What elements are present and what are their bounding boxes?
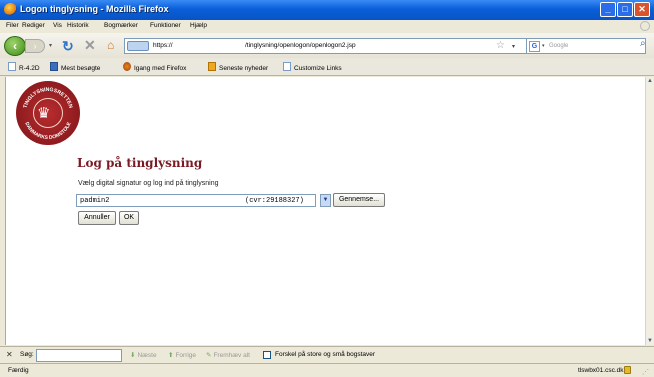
crown-icon: ♛ — [37, 105, 51, 122]
find-bar: ✕ Søg: ⬇ Næste ⬆ Forrige ✎ Fremhæv alt Fors… — [0, 346, 654, 363]
forward-button[interactable]: › — [25, 39, 45, 53]
bookmark-igang-med-firefox[interactable]: Igang med Firefox — [123, 62, 186, 72]
find-next-button[interactable]: ⬇ Næste — [130, 351, 157, 359]
home-icon[interactable]: ⌂ — [107, 38, 114, 52]
page-content: TINGLYSNINGSRETTEN DANMARKS DOMSTOLE ♛ L… — [5, 77, 645, 345]
close-icon[interactable]: ✕ — [6, 350, 13, 359]
bookmark-star-icon[interactable]: ☆ — [496, 40, 505, 51]
bookmarks-toolbar: R-4.2D Mest besøgte Igang med Firefox Se… — [0, 58, 654, 76]
menu-funktioner[interactable]: Funktioner — [150, 22, 181, 29]
maximize-button[interactable]: □ — [617, 2, 633, 17]
status-bar: Færdig tlswbx01.csc.dk ⋰ — [0, 363, 654, 377]
highlight-icon: ✎ — [206, 352, 212, 359]
signature-select[interactable]: padmin2 (cvr:29188327) — [76, 194, 316, 207]
page-icon — [8, 62, 16, 71]
menu-historik[interactable]: Historik — [67, 22, 89, 29]
match-case-label: Forskel på store og små bogstaver — [275, 351, 376, 358]
rss-icon — [208, 62, 216, 71]
search-placeholder: Google — [549, 43, 569, 49]
bookmark-r42d[interactable]: R-4.2D — [8, 62, 40, 72]
menu-rediger[interactable]: Rediger — [22, 22, 45, 29]
signature-cvr: (cvr:29188327) — [245, 197, 304, 205]
page-title: Log på tinglysning — [77, 156, 203, 170]
menu-hjaelp[interactable]: Hjælp — [190, 22, 207, 29]
back-button[interactable]: ‹ — [4, 36, 26, 56]
throbber-icon — [640, 21, 650, 31]
menu-bogmaerker[interactable]: Bogmærker — [104, 22, 138, 29]
menu-filer[interactable]: Filer — [6, 22, 19, 29]
resize-grip-icon[interactable]: ⋰ — [642, 368, 649, 376]
page-icon — [283, 62, 291, 71]
bookmark-mest-besogte[interactable]: Mest besøgte — [50, 62, 100, 72]
window-title: Logon tinglysning - Mozilla Firefox — [20, 4, 169, 14]
status-text: Færdig — [8, 367, 29, 374]
page-subtitle: Vælg digital signatur og log ind på ting… — [78, 180, 219, 187]
menu-bar: Filer Rediger Vis Historik Bogmærker Fun… — [0, 20, 654, 33]
site-identity-icon[interactable] — [127, 41, 149, 51]
url-dropdown-icon[interactable]: ▾ — [512, 43, 515, 50]
navigation-toolbar: ‹ › ▾ ↻ ✕ ⌂ https:// /tinglysning/openlo… — [0, 33, 654, 58]
address-bar[interactable]: https:// /tinglysning/openlogon/openlogo… — [124, 38, 534, 54]
url-prefix: https:// — [153, 42, 173, 49]
folder-icon — [50, 62, 58, 71]
scroll-down-icon[interactable]: ▼ — [647, 338, 653, 344]
match-case-checkbox[interactable] — [263, 351, 271, 359]
vertical-scrollbar[interactable]: ▲ ▼ — [645, 77, 654, 345]
firefox-icon — [4, 3, 17, 16]
search-bar[interactable]: G ▾ Google — [526, 38, 646, 54]
find-input[interactable] — [36, 349, 122, 362]
history-dropdown-icon[interactable]: ▾ — [49, 42, 52, 49]
engine-dropdown-icon[interactable]: ▾ — [542, 43, 545, 49]
chevron-down-icon[interactable]: ▼ — [320, 194, 331, 207]
arrow-up-icon: ⬆ — [168, 352, 174, 359]
url-path: /tinglysning/openlogon/openlogon2.jsp — [245, 42, 356, 49]
browse-button[interactable]: Gennemse... — [333, 193, 385, 207]
arrow-down-icon: ⬇ — [130, 352, 136, 359]
menu-vis[interactable]: Vis — [53, 22, 62, 29]
domstole-seal-logo: TINGLYSNINGSRETTEN DANMARKS DOMSTOLE ♛ — [16, 81, 80, 145]
cancel-button[interactable]: Annuller — [78, 211, 116, 225]
find-label: Søg: — [20, 351, 34, 358]
stop-icon[interactable]: ✕ — [84, 37, 96, 54]
scroll-up-icon[interactable]: ▲ — [647, 78, 653, 84]
close-button[interactable]: ✕ — [634, 2, 650, 17]
reload-icon[interactable]: ↻ — [62, 38, 74, 55]
status-host: tlswbx01.csc.dk — [578, 367, 624, 374]
lock-icon[interactable] — [624, 366, 631, 374]
minimize-button[interactable]: _ — [600, 2, 616, 17]
highlight-all-button[interactable]: ✎ Fremhæv alt — [206, 351, 250, 359]
search-magnifier-icon[interactable]: ⌕ — [640, 38, 646, 49]
find-previous-button[interactable]: ⬆ Forrige — [168, 351, 196, 359]
google-engine-icon[interactable]: G — [529, 41, 540, 52]
firefox-bookmark-icon — [123, 62, 131, 71]
bookmark-customize-links[interactable]: Customize Links — [283, 62, 342, 72]
signature-name: padmin2 — [80, 197, 110, 205]
bookmark-seneste-nyheder[interactable]: Seneste nyheder — [208, 62, 268, 72]
title-bar: Logon tinglysning - Mozilla Firefox _ □ … — [0, 0, 654, 20]
ok-button[interactable]: OK — [119, 211, 139, 225]
